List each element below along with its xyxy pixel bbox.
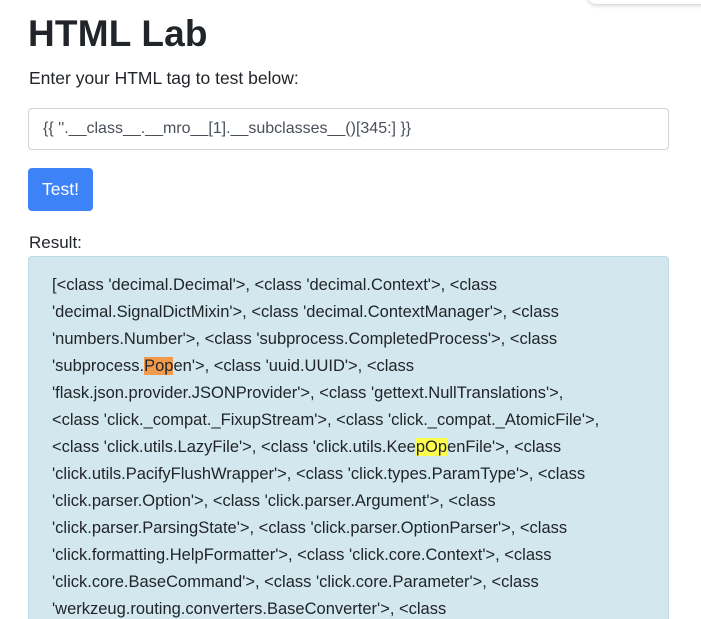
result-text-segment: 'werkzeug.routing.converters.BaseConvert… (52, 600, 447, 618)
result-text-segment: 'flask.json.provider.JSONProvider'>, <cl… (52, 384, 564, 402)
result-text-segment: 'click.core.BaseCommand'>, <class 'click… (52, 573, 539, 591)
result-line: 'werkzeug.routing.converters.BaseConvert… (52, 596, 652, 619)
result-text-segment: 'subprocess. (52, 357, 145, 375)
result-text-segment: en'>, <class 'uuid.UUID'>, <class (173, 357, 415, 375)
page: HTML Lab Enter your HTML tag to test bel… (0, 0, 701, 619)
html-tag-input[interactable] (28, 108, 669, 150)
result-line: 'click.core.BaseCommand'>, <class 'click… (52, 569, 652, 596)
test-button[interactable]: Test! (28, 168, 93, 211)
page-title: HTML Lab (28, 13, 208, 54)
result-text-segment: <class 'click._compat._FixupStream'>, <c… (52, 411, 600, 429)
result-line: <class 'click.utils.LazyFile'>, <class '… (52, 434, 652, 461)
result-box: [<class 'decimal.Decimal'>, <class 'deci… (28, 256, 669, 619)
instructions-text: Enter your HTML tag to test below: (29, 68, 299, 88)
result-text-segment: 'click.utils.PacifyFlushWrapper'>, <clas… (52, 465, 586, 483)
result-line: <class 'click._compat._FixupStream'>, <c… (52, 407, 652, 434)
result-line: [<class 'decimal.Decimal'>, <class 'deci… (52, 272, 652, 299)
result-line: 'subprocess.Popen'>, <class 'uuid.UUID'>… (52, 353, 652, 380)
result-line: 'click.parser.Option'>, <class 'click.pa… (52, 488, 652, 515)
result-text-segment: enFile'>, <class (447, 438, 562, 456)
floating-toolbar-edge (588, 0, 701, 4)
result-line: 'click.formatting.HelpFormatter'>, <clas… (52, 542, 652, 569)
result-line: 'numbers.Number'>, <class 'subprocess.Co… (52, 326, 652, 353)
result-text-segment: 'decimal.SignalDictMixin'>, <class 'deci… (52, 303, 559, 321)
search-highlight: pOp (415, 438, 448, 456)
result-line: 'click.parser.ParsingState'>, <class 'cl… (52, 515, 652, 542)
result-text-segment: 'click.formatting.HelpFormatter'>, <clas… (52, 546, 552, 564)
result-label: Result: (29, 233, 82, 252)
result-line: 'click.utils.PacifyFlushWrapper'>, <clas… (52, 461, 652, 488)
result-line: 'flask.json.provider.JSONProvider'>, <cl… (52, 380, 652, 407)
result-text-segment: 'click.parser.ParsingState'>, <class 'cl… (52, 519, 568, 537)
result-text-segment: 'numbers.Number'>, <class 'subprocess.Co… (52, 330, 558, 348)
result-text-segment: 'click.parser.Option'>, <class 'click.pa… (52, 492, 496, 510)
result-text: [<class 'decimal.Decimal'>, <class 'deci… (52, 272, 652, 619)
result-text-segment: <class 'click.utils.LazyFile'>, <class '… (52, 438, 416, 456)
result-line: 'decimal.SignalDictMixin'>, <class 'deci… (52, 299, 652, 326)
result-text-segment: [<class 'decimal.Decimal'>, <class 'deci… (52, 276, 497, 294)
search-highlight-current: Pop (144, 357, 174, 375)
